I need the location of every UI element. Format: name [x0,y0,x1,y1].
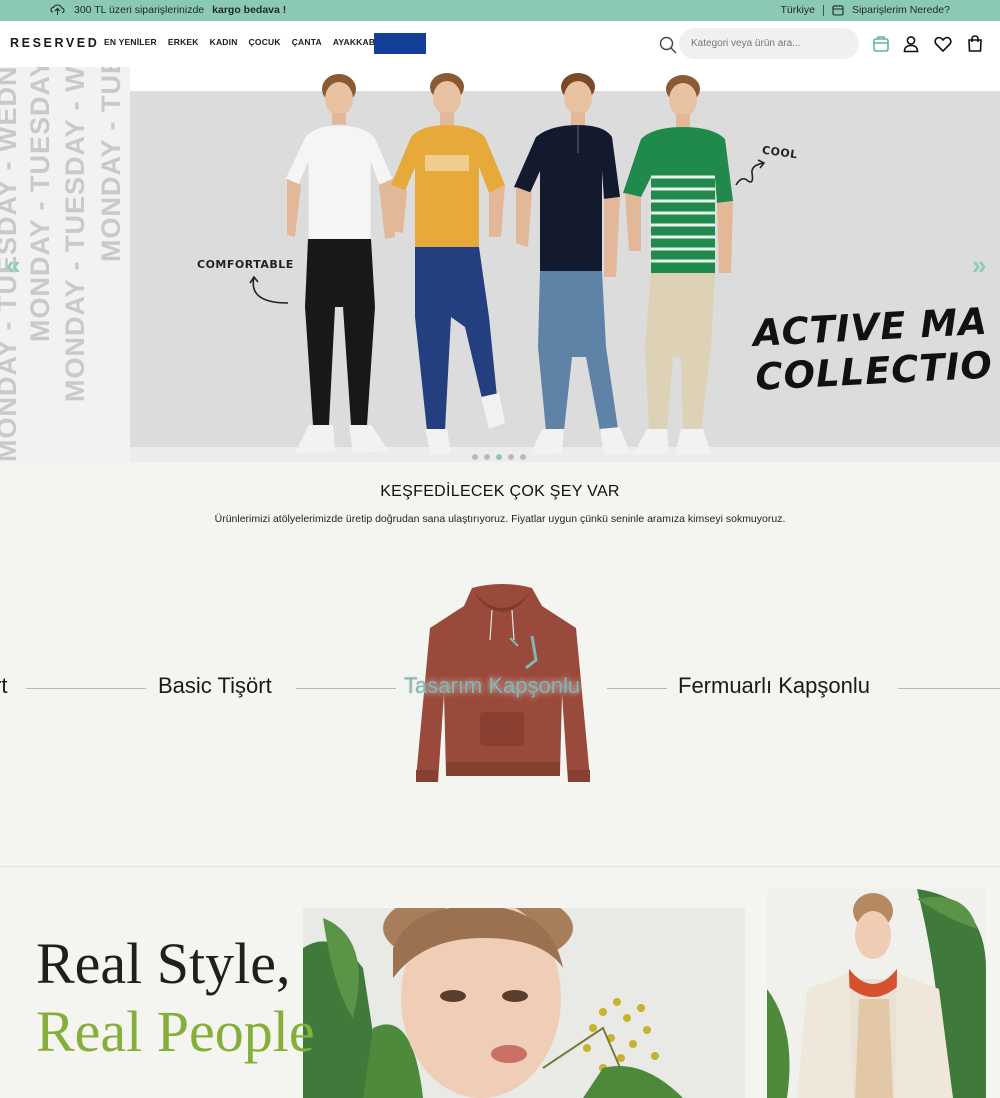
collection-heading: ACTIVE MA COLLECTIO [752,300,994,400]
real-style-heading: Real Style, [36,931,291,996]
model-navy-polo [514,73,630,455]
heart-icon[interactable] [933,34,953,54]
store-icon[interactable] [871,34,891,54]
divider [822,4,824,16]
search-input[interactable] [679,28,859,59]
main-nav: EN YENİLER ERKEK KADIN ÇOCUK ÇANTA AYAKK… [104,37,378,47]
site-logo[interactable]: RESERVED [10,36,99,50]
real-people-heading: Real People [36,999,315,1064]
orders-link[interactable]: Siparişlerim Nerede? [852,4,950,16]
divider-line [296,688,396,689]
search-icon[interactable] [658,35,678,55]
squiggle-arrow-icon [735,159,766,186]
model-yellow-tshirt [391,73,505,455]
category-item-zip-hoodie[interactable]: Fermuarlı Kapşonlu [678,673,870,699]
shipping-bold: kargo bedava ! [212,4,287,16]
nav-item-kids[interactable]: ÇOCUK [249,37,281,47]
main-header: RESERVED EN YENİLER ERKEK KADIN ÇOCUK ÇA… [0,21,1000,67]
shipping-text: 300 TL üzeri siparişlerinizde [74,4,205,16]
portrait-illustration [303,908,745,1098]
pagination-dot[interactable] [520,454,526,460]
nav-item-men[interactable]: ERKEK [168,37,199,47]
section-divider [0,866,1000,867]
days-text: MONDAY - TUESDAY - WEDNESDAY - THURSDAY … [60,67,90,402]
label-comfortable: COMFORTABLE [197,258,294,271]
user-icon[interactable] [901,34,921,54]
hero-prev-arrow[interactable]: « [6,250,20,281]
discover-subtitle: Ürünlerimizi atölyelerimizde üretip doğr… [214,513,786,525]
divider-line [26,688,146,689]
divider-line [607,688,667,689]
shipping-notice: 300 TL üzeri siparişlerinizde kargo beda… [50,4,286,16]
hero-pagination [472,454,526,460]
category-item-designer-hoodie[interactable]: Tasarım Kapşonlu [404,673,580,699]
hero-next-arrow[interactable]: » [972,250,986,281]
nav-item-new[interactable]: EN YENİLER [104,37,157,47]
model-green-striped-polo [623,75,733,455]
nav-item-bags[interactable]: ÇANTA [292,37,322,47]
pagination-dot[interactable] [508,454,514,460]
discover-title: KEŞFEDİLECEK ÇOK ŞEY VAR [380,483,620,500]
pagination-dot[interactable] [484,454,490,460]
nav-item-shoes[interactable]: AYAKKABI [333,37,378,47]
delivery-icon [50,4,65,15]
category-carousel: rt Basic Tişört Tasarım Kapşonlu Fermuar… [0,560,1000,820]
days-text: MONDAY - TUESDAY - WEDNESDAY - THURSDAY … [96,67,126,262]
days-text: MONDAY - TUESDAY - WEDNESDAY - THURSDAY … [25,67,55,342]
promo-bar: 300 TL üzeri siparişlerinizde kargo beda… [0,0,1000,21]
pagination-dot[interactable] [472,454,478,460]
model-illustration [767,889,986,1098]
nav-item-women[interactable]: KADIN [210,37,238,47]
divider-line [898,688,1000,689]
category-item-basic-tshirt[interactable]: Basic Tişört [158,673,272,699]
curved-arrow-icon [249,275,289,304]
category-item-prev[interactable]: rt [0,673,7,699]
cart-icon[interactable] [965,34,985,54]
orders-icon [832,5,844,16]
pagination-dot-active[interactable] [496,454,502,460]
hero-slider: MONDAY - TUESDAY - WEDNESDAY - THURSDAY … [0,67,1000,462]
country-selector[interactable]: Türkiye [781,4,815,16]
woman-portrait-image[interactable] [303,908,745,1098]
promo-banner-flag[interactable] [374,33,426,54]
woman-full-body-image[interactable] [767,889,986,1098]
